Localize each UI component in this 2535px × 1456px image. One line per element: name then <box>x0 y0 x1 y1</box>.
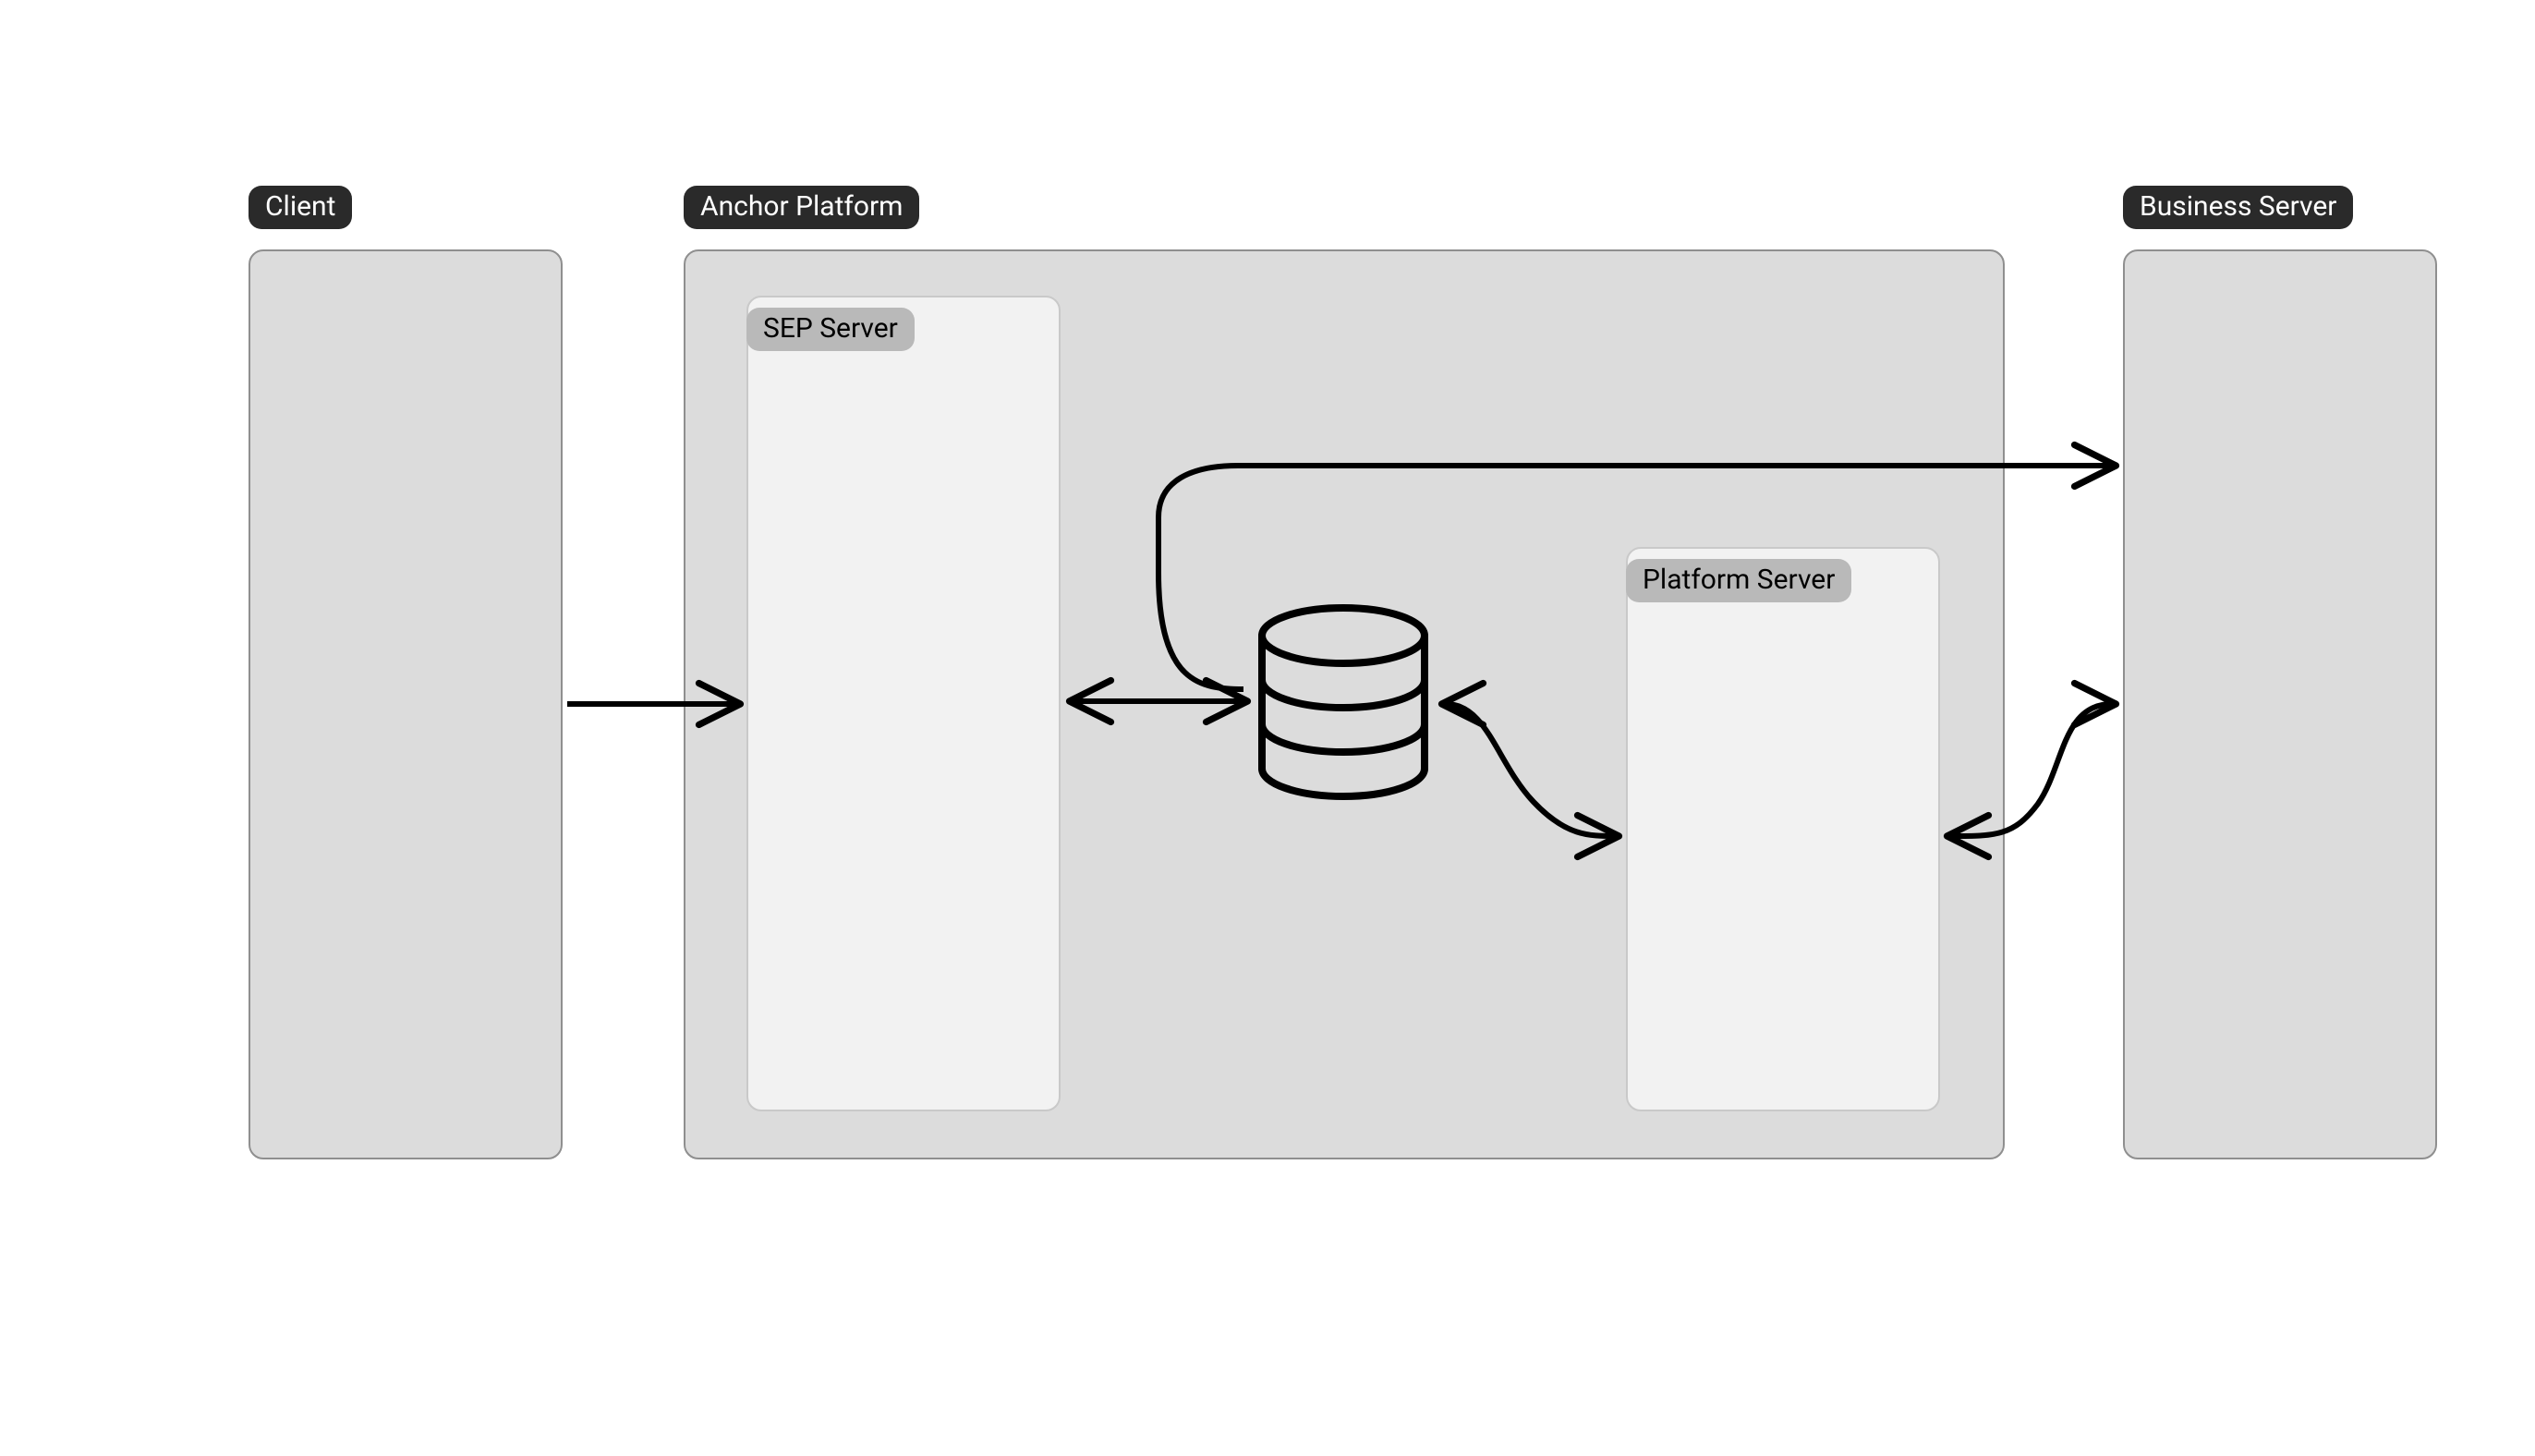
business-server-label: Business Server <box>2123 186 2353 229</box>
anchor-platform-label: Anchor Platform <box>684 186 919 229</box>
diagram-canvas: Client Anchor Platform Business Server S… <box>0 0 2535 1456</box>
platform-server-label: Platform Server <box>1626 559 1851 602</box>
sep-server-box <box>746 296 1061 1111</box>
business-server-box <box>2123 249 2437 1159</box>
sep-server-label: SEP Server <box>746 308 915 351</box>
client-label: Client <box>249 186 352 229</box>
platform-server-box <box>1626 547 1940 1111</box>
client-box <box>249 249 563 1159</box>
